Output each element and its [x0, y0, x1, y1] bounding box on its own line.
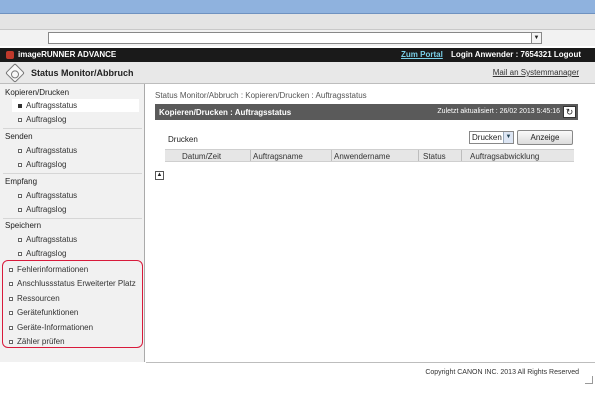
bullet-icon	[9, 310, 13, 315]
refresh-icon[interactable]: ↻	[563, 106, 576, 118]
sidebar-item-anschlussstatus[interactable]: Anschlussstatus Erweiterter Platz	[9, 279, 136, 288]
bullet-icon	[18, 162, 22, 167]
column-header[interactable]: Auftragsabwicklung	[470, 152, 539, 161]
column-divider	[418, 150, 419, 161]
bullet-icon	[18, 251, 22, 256]
footer: Copyright CANON INC. 2013 All Rights Res…	[146, 362, 595, 386]
sidebar-item-senden-auftragslog[interactable]: Auftragslog	[18, 160, 66, 169]
bullet-icon	[9, 281, 13, 286]
bullet-icon	[9, 267, 13, 272]
breadcrumb: Status Monitor/Abbruch : Kopieren/Drucke…	[155, 91, 367, 100]
sidebar-item-kopieren-auftragslog[interactable]: Auftragslog	[18, 115, 66, 124]
scroll-top-icon[interactable]: ▲	[155, 171, 164, 180]
address-row: ▼	[0, 30, 595, 46]
resize-grip-icon	[585, 376, 593, 384]
column-divider	[250, 150, 251, 161]
sidebar-item-geraetefunktionen[interactable]: Gerätefunktionen	[9, 308, 78, 317]
sidebar-item-fehlerinformationen[interactable]: Fehlerinformationen	[9, 265, 88, 274]
sidebar-group-senden: Senden	[5, 132, 33, 141]
sidebar-group-empfang: Empfang	[5, 177, 38, 186]
bullet-icon	[9, 339, 13, 344]
sidebar-group-kopieren: Kopieren/Drucken	[5, 88, 70, 97]
sidebar: Kopieren/Drucken Auftragsstatus Auftrags…	[0, 84, 145, 362]
brand-name: imageRUNNER ADVANCE	[18, 50, 117, 59]
browser-toolbar	[0, 14, 595, 30]
bullet-icon	[18, 148, 22, 153]
status-monitor-icon	[5, 63, 25, 83]
main-content: Status Monitor/Abbruch : Kopieren/Drucke…	[146, 84, 595, 362]
divider	[3, 173, 142, 174]
bullet-icon	[18, 207, 22, 212]
highlighted-menu-box: Fehlerinformationen Anschlussstatus Erwe…	[2, 260, 143, 348]
sidebar-item-empfang-auftragsstatus[interactable]: Auftragsstatus	[18, 191, 77, 200]
page-title: Status Monitor/Abbruch	[31, 68, 134, 78]
table-header: Datum/Zeit Auftragsname Anwendername Sta…	[165, 149, 574, 162]
sidebar-item-geraete-informationen[interactable]: Geräte-Informationen	[9, 323, 93, 332]
last-updated: Zuletzt aktualisiert : 26/02 2013 5:45:1…	[437, 108, 560, 115]
sidebar-item-speichern-auftragslog[interactable]: Auftragslog	[18, 249, 66, 258]
brand: imageRUNNER ADVANCE	[6, 50, 116, 59]
copyright: Copyright CANON INC. 2013 All Rights Res…	[425, 369, 579, 376]
display-button[interactable]: Anzeige	[517, 130, 573, 145]
canon-logo-icon	[6, 50, 14, 59]
address-bar[interactable]: ▼	[48, 32, 542, 44]
bullet-icon	[18, 193, 22, 198]
app-header-bar: imageRUNNER ADVANCE Zum Portal Login Anw…	[0, 48, 595, 62]
section-label: Drucken	[168, 135, 198, 144]
portal-link[interactable]: Zum Portal	[401, 50, 443, 59]
sidebar-item-zaehler-pruefen[interactable]: Zähler prüfen	[9, 337, 65, 346]
job-type-select[interactable]: Drucken ▼	[469, 131, 514, 144]
mail-systemmanager-link[interactable]: Mail an Systemmanager	[493, 68, 579, 77]
divider	[3, 218, 142, 219]
column-header[interactable]: Status	[423, 152, 446, 161]
column-divider	[331, 150, 332, 161]
sidebar-item-speichern-auftragsstatus[interactable]: Auftragsstatus	[18, 235, 77, 244]
bullet-icon	[18, 103, 22, 108]
bullet-icon	[9, 325, 13, 330]
bullet-icon	[9, 296, 13, 301]
browser-title-bar	[0, 0, 595, 14]
job-type-select-value: Drucken	[472, 133, 502, 142]
sidebar-group-speichern: Speichern	[5, 221, 42, 230]
column-divider	[461, 150, 462, 161]
chevron-down-icon: ▼	[503, 132, 513, 143]
column-header[interactable]: Anwendername	[334, 152, 390, 161]
column-header[interactable]: Auftragsname	[253, 152, 303, 161]
sidebar-item-kopieren-auftragsstatus[interactable]: Auftragsstatus	[12, 99, 139, 112]
address-dropdown-icon[interactable]: ▼	[531, 33, 541, 43]
user-area: Zum Portal Login Anwender : 7654321 Logo…	[401, 50, 581, 59]
bullet-icon	[18, 237, 22, 242]
sidebar-item-ressourcen[interactable]: Ressourcen	[9, 294, 60, 303]
bullet-icon	[18, 117, 22, 122]
login-info[interactable]: Login Anwender : 7654321 Logout	[451, 50, 581, 59]
panel-title: Kopieren/Drucken : Auftragsstatus	[159, 108, 292, 117]
page-title-bar: Status Monitor/Abbruch Mail an Systemman…	[0, 62, 595, 84]
sidebar-item-senden-auftragsstatus[interactable]: Auftragsstatus	[18, 146, 77, 155]
divider	[3, 128, 142, 129]
panel-header: Kopieren/Drucken : Auftragsstatus Zuletz…	[155, 104, 578, 120]
sidebar-item-empfang-auftragslog[interactable]: Auftragslog	[18, 205, 66, 214]
column-header[interactable]: Datum/Zeit	[182, 152, 221, 161]
